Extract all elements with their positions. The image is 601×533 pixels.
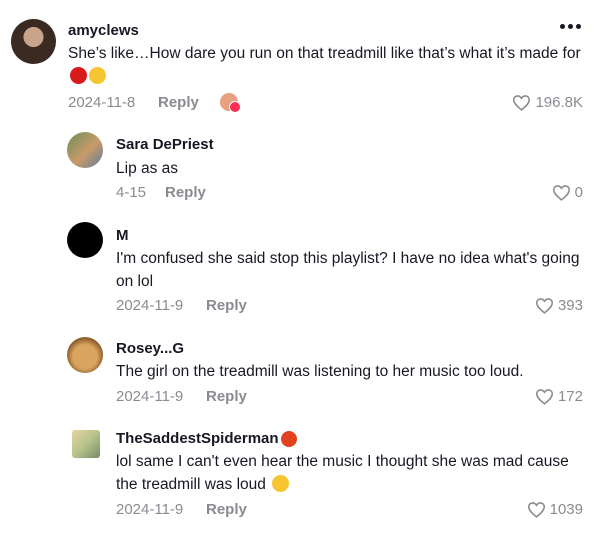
comment-text-content: She’s like…How dare you run on that trea… (68, 45, 581, 62)
comment-username[interactable]: Rosey...G (116, 340, 184, 357)
like-count: 393 (557, 297, 583, 314)
reply-button[interactable]: Reply (165, 184, 206, 201)
heart-icon (552, 185, 570, 201)
dot-icon (576, 24, 581, 29)
comment-username[interactable]: Sara DePriest (116, 136, 214, 153)
comment-text: Lip as as (116, 160, 179, 177)
like-count: 0 (574, 184, 583, 201)
heart-icon (527, 502, 545, 518)
grinning-sweat-emoji (89, 67, 106, 84)
avatar[interactable] (67, 132, 103, 168)
comment-username[interactable]: amyclews (68, 22, 139, 39)
heart-icon (229, 101, 241, 113)
comment-item: Rosey...G The girl on the treadmill was … (0, 325, 601, 420)
angry-face-emoji (70, 67, 87, 84)
comment-date: 2024-11-9 (116, 388, 184, 405)
like-count: 172 (557, 388, 583, 405)
heart-icon (535, 389, 553, 405)
avatar[interactable] (11, 19, 56, 64)
creator-liked-badge (220, 93, 241, 113)
avatar[interactable] (67, 337, 103, 373)
like-button[interactable]: 172 (535, 388, 583, 405)
grinning-sweat-emoji (271, 475, 289, 492)
comment-item: Sara DePriest Lip as as 4-15 Reply 0 (0, 120, 601, 210)
comment-date: 2024-11-9 (116, 297, 184, 314)
comment-date: 4-15 (116, 184, 147, 201)
like-button[interactable]: 0 (552, 184, 583, 201)
heart-icon (535, 298, 553, 314)
reply-button[interactable]: Reply (206, 501, 247, 518)
reply-button[interactable]: Reply (158, 94, 199, 111)
comment-item: M I'm confused she said stop this playli… (0, 210, 601, 325)
dot-icon (568, 24, 573, 29)
avatar[interactable] (72, 430, 100, 458)
like-button[interactable]: 393 (535, 297, 583, 314)
comment-date: 2024-11-8 (68, 94, 136, 111)
reply-button[interactable]: Reply (206, 388, 247, 405)
like-button[interactable]: 196.8K (512, 94, 583, 111)
comment-text: I'm confused she said stop this playlist… (116, 250, 580, 290)
comment-text: She’s like…How dare you run on that trea… (68, 42, 588, 88)
like-count: 196.8K (535, 94, 583, 111)
like-count: 1039 (549, 501, 583, 518)
comment-username-text: TheSaddestSpiderman (116, 430, 279, 447)
comment-username[interactable]: TheSaddestSpiderman (116, 430, 297, 447)
comment-username[interactable]: M (116, 227, 129, 244)
comment-text: lol same I can't even hear the music I t… (116, 450, 586, 496)
comment-date: 2024-11-9 (116, 501, 184, 518)
comment-item: amyclews She’s like…How dare you run on … (0, 0, 601, 120)
dot-icon (560, 24, 565, 29)
spider-emoji (280, 430, 297, 447)
comment-text-content: lol same I can't even hear the music I t… (116, 453, 569, 493)
comment-text: The girl on the treadmill was listening … (116, 363, 524, 380)
comment-item: TheSaddestSpiderman lol same I can't eve… (0, 420, 601, 533)
avatar[interactable] (67, 222, 103, 258)
like-button[interactable]: 1039 (527, 501, 583, 518)
heart-icon (513, 95, 531, 111)
reply-button[interactable]: Reply (206, 297, 247, 314)
more-options-button[interactable] (560, 24, 581, 29)
